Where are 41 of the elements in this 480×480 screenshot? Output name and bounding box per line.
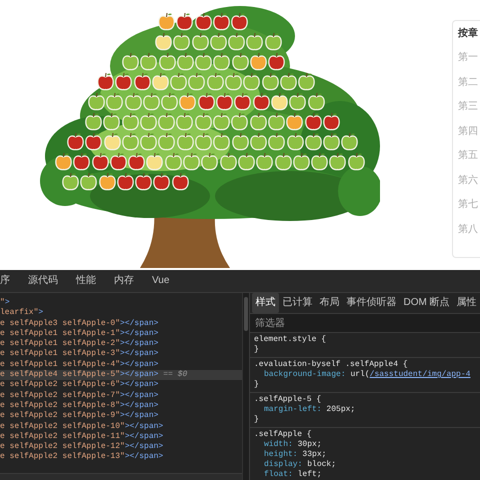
styles-tab[interactable]: 样式 [252, 293, 279, 313]
css-declaration: margin-left: 205px; [263, 405, 356, 415]
devtools-tab[interactable]: 内存 [105, 270, 143, 292]
devtools-tab[interactable]: 序 [0, 270, 19, 292]
code-line[interactable]: e selfApple2 selfApple-7"></span> [0, 390, 242, 401]
devtools-tab[interactable]: 源代码 [19, 270, 67, 292]
code-line[interactable]: learfix"> [0, 308, 242, 319]
styles-tab[interactable]: 事件侦听器 [343, 293, 400, 313]
code-line[interactable]: e selfApple2 selfApple-10"></span> [0, 422, 242, 432]
css-selector: .selfApple { [254, 430, 313, 440]
css-declaration: height: 33px; [263, 450, 328, 460]
code-line[interactable]: e selfApple1 selfApple-3"></span> [0, 349, 242, 360]
css-selector: .selfApple-5 { [254, 395, 322, 405]
devtools-tab[interactable]: 性能 [67, 270, 105, 292]
css-declaration: display: block; [263, 460, 338, 470]
code-line[interactable]: e selfApple1 selfApple-2"></span> [0, 339, 242, 350]
card-title: 按章 [458, 28, 479, 41]
css-declaration: background-image: url(/sasstudent/img/app-4 [263, 370, 472, 380]
css-declaration: float: left; [263, 470, 323, 480]
styles-tab[interactable]: 布局 [316, 293, 343, 313]
styles-tab[interactable]: 属性 [453, 293, 480, 313]
styles-tab[interactable]: 已计算 [279, 293, 316, 313]
code-line[interactable]: e selfApple2 selfApple-11"></span> [0, 432, 242, 442]
code-line[interactable]: e selfApple2 selfApple-12"></span> [0, 442, 242, 452]
code-line[interactable]: e selfApple3 selfApple-0"></span> [0, 318, 242, 329]
code-line[interactable]: e selfApple2 selfApple-13"></span> [0, 452, 242, 463]
code-line[interactable]: "> [0, 298, 242, 308]
code-line[interactable]: e selfApple2 selfApple-6"></span> [0, 380, 242, 391]
filter-field[interactable]: 筛选器 [250, 314, 480, 332]
code-line[interactable]: e selfApple1 selfApple-1"></span> [0, 328, 242, 340]
styles-tab[interactable]: DOM 断点 [400, 293, 454, 313]
closing-brace: } [254, 380, 260, 390]
devtools-tab[interactable]: Vue [143, 270, 178, 292]
closing-brace: } [254, 345, 260, 355]
code-line[interactable]: e selfApple2 selfApple-8"></span> [0, 400, 242, 412]
code-line[interactable]: e selfApple2 selfApple-9"></span> [0, 411, 242, 422]
css-selector: element.style { [254, 335, 328, 345]
code-line[interactable]: e selfApple1 selfApple-4"></span> [0, 360, 242, 370]
closing-brace: } [254, 415, 260, 425]
css-declaration: width: 30px; [263, 440, 323, 450]
css-selector: .evaluation-byself .selfApple4 { [254, 360, 409, 370]
